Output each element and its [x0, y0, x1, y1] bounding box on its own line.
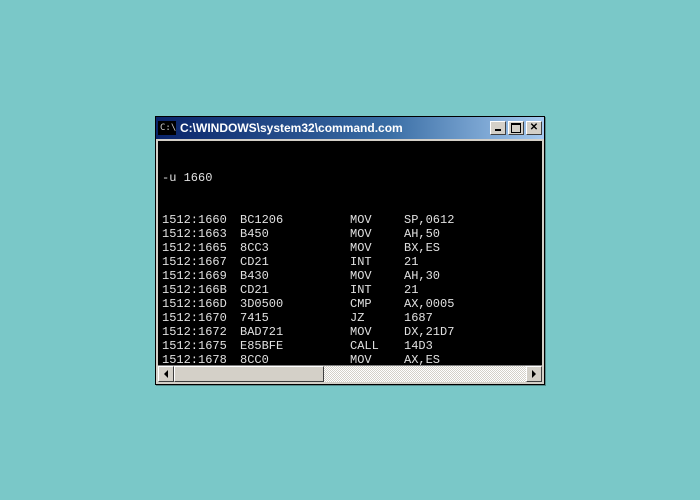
disassembly-row: 1512:1660BC1206MOVSP,0612: [162, 213, 538, 227]
disassembly-row: 1512:16707415JZ1687: [162, 311, 538, 325]
disassembly-row: 1512:16788CC0MOVAX,ES: [162, 353, 538, 365]
disassembly-row: 1512:16658CC3MOVBX,ES: [162, 241, 538, 255]
system-menu-icon[interactable]: C:\: [158, 121, 176, 135]
scrollbar-track[interactable]: [174, 366, 526, 382]
disassembly-row: 1512:166D3D0500CMPAX,0005: [162, 297, 538, 311]
disassembly-row: 1512:1675E85BFECALL14D3: [162, 339, 538, 353]
titlebar[interactable]: C:\ C:\WINDOWS\system32\command.com ✕: [156, 117, 544, 139]
console-output[interactable]: -u 1660 1512:1660BC1206MOVSP,06121512:16…: [158, 141, 542, 365]
close-button[interactable]: ✕: [526, 121, 542, 135]
minimize-button[interactable]: [490, 121, 506, 135]
disassembly-row: 1512:1669B430MOVAH,30: [162, 269, 538, 283]
disassembly-row: 1512:166BCD21INT21: [162, 283, 538, 297]
scroll-right-button[interactable]: [526, 366, 542, 382]
disassembly-row: 1512:1667CD21INT21: [162, 255, 538, 269]
command-prompt-window: C:\ C:\WINDOWS\system32\command.com ✕ -u…: [155, 116, 545, 385]
disassembly-row: 1512:1663B450MOVAH,50: [162, 227, 538, 241]
client-area: -u 1660 1512:1660BC1206MOVSP,06121512:16…: [156, 139, 544, 384]
horizontal-scrollbar[interactable]: [158, 365, 542, 382]
scroll-left-button[interactable]: [158, 366, 174, 382]
disassembly-row: 1512:1672BAD721MOVDX,21D7: [162, 325, 538, 339]
prompt-line: -u 1660: [162, 171, 538, 185]
maximize-button[interactable]: [508, 121, 524, 135]
scrollbar-thumb[interactable]: [174, 366, 324, 382]
window-controls: ✕: [490, 121, 542, 135]
window-title: C:\WINDOWS\system32\command.com: [180, 121, 490, 135]
